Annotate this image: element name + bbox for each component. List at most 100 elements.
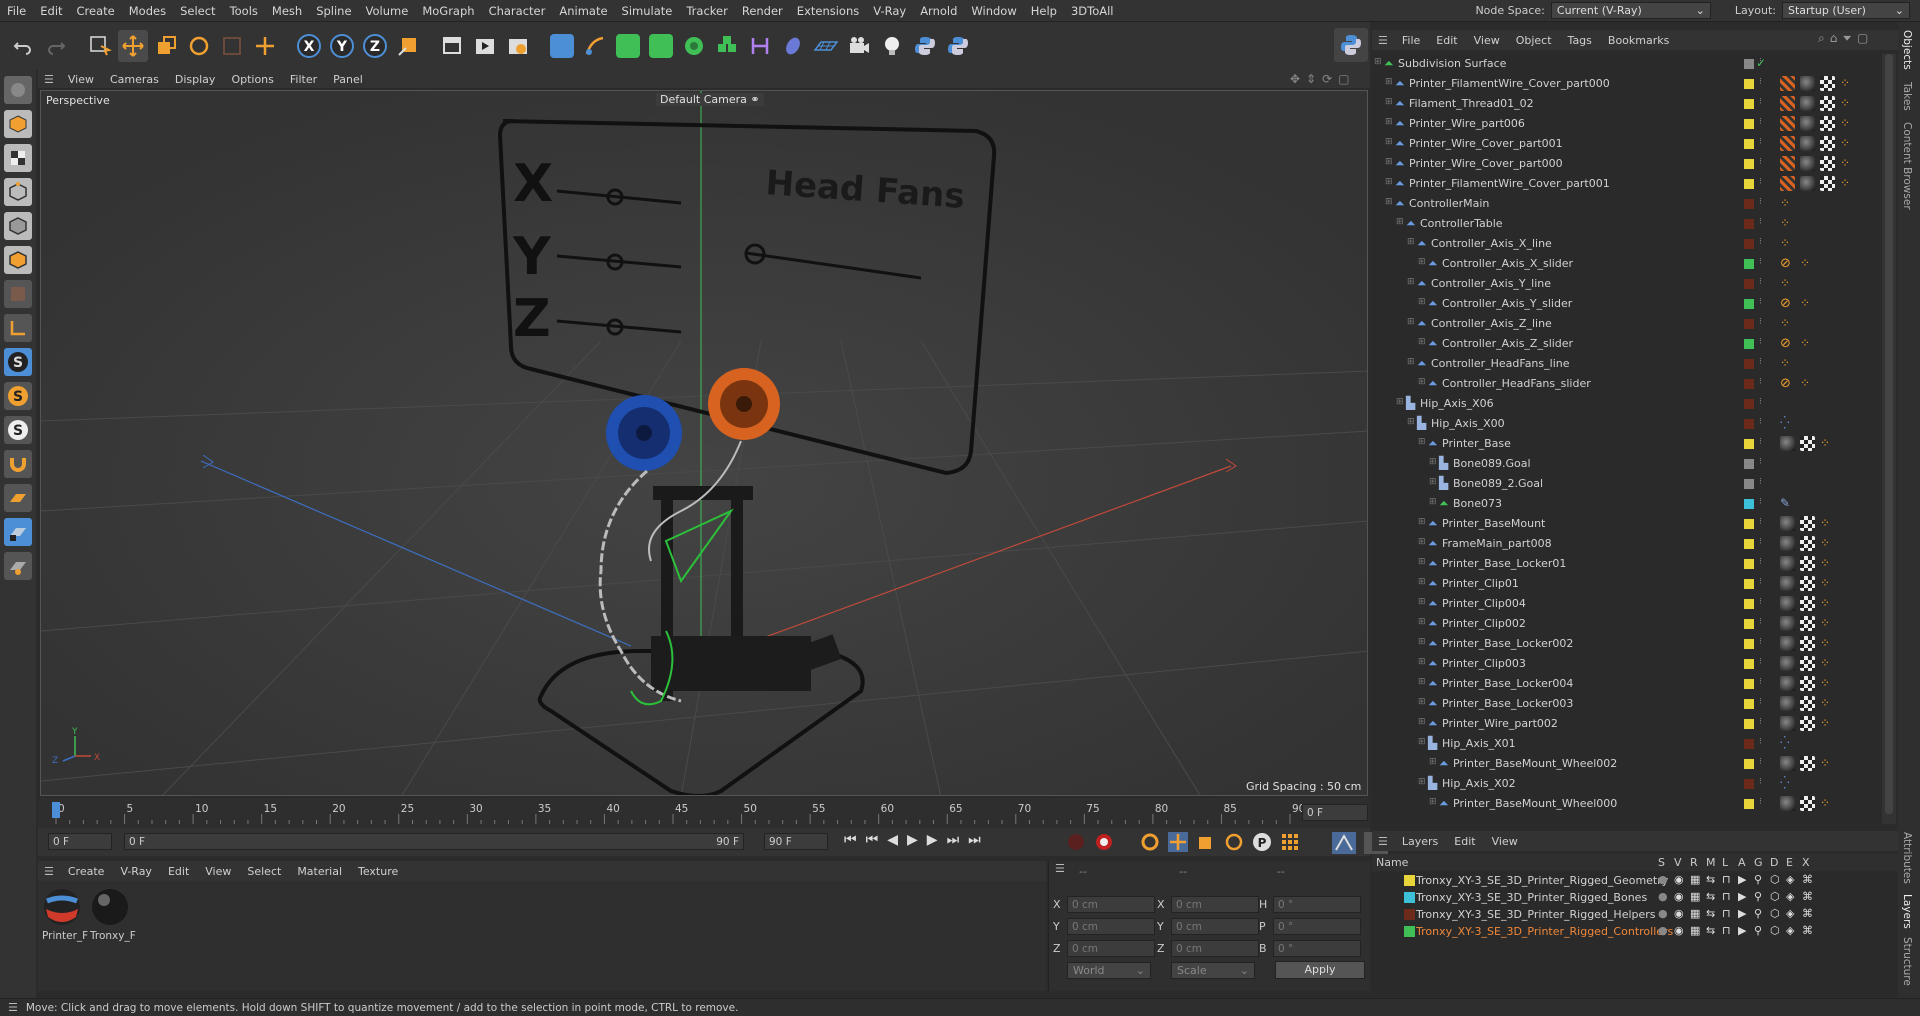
layer-color-swatch[interactable]: [1744, 759, 1754, 769]
menu-modes[interactable]: Modes: [122, 4, 173, 18]
bone-tag-icon[interactable]: ✎: [1780, 496, 1795, 511]
visibility-dots-icon[interactable]: ⁝: [1759, 757, 1762, 767]
material-menu-vray[interactable]: V-Ray: [112, 865, 160, 878]
weight-tag-icon[interactable]: ⁘: [1780, 196, 1795, 211]
object-row[interactable]: ⊞ ▙ Hip_Axis_X06 ⁝: [1372, 394, 1882, 414]
layer-color-swatch[interactable]: [1744, 59, 1754, 69]
scale-mode-dropdown[interactable]: Scale ⌄: [1171, 962, 1255, 979]
side-tab-contentbrowser[interactable]: Content Browser: [1901, 122, 1913, 210]
texture-tag-icon[interactable]: [1800, 796, 1815, 811]
menu-arnold[interactable]: Arnold: [913, 4, 964, 18]
texture-tag-icon[interactable]: [1800, 436, 1815, 451]
visibility-dots-icon[interactable]: ⁝: [1759, 177, 1762, 187]
render-picture-viewer-button[interactable]: [470, 30, 500, 62]
layer-toggle-icon[interactable]: ●: [1658, 907, 1668, 920]
layer-toggle-icon[interactable]: ⚲: [1754, 924, 1762, 937]
weight-tag-icon[interactable]: ⁘: [1780, 276, 1795, 291]
layer-color-swatch[interactable]: [1744, 459, 1754, 469]
expand-toggle-icon[interactable]: ⊞: [1418, 737, 1426, 747]
y-axis-lock-button[interactable]: Y: [327, 30, 357, 62]
apply-button[interactable]: Apply: [1275, 961, 1365, 979]
planar-workplane-button[interactable]: [4, 552, 32, 580]
material-tag-icon[interactable]: [1800, 76, 1815, 91]
object-menu-view[interactable]: View: [1466, 34, 1508, 47]
expand-toggle-icon[interactable]: ⊞: [1385, 137, 1393, 147]
visibility-dots-icon[interactable]: ⁝: [1759, 637, 1762, 647]
python-button-2[interactable]: [943, 30, 973, 62]
next-key-icon[interactable]: ⏭: [947, 832, 960, 848]
layer-color-swatch[interactable]: [1744, 519, 1754, 529]
texture-tag-icon[interactable]: [1800, 536, 1815, 551]
expand-toggle-icon[interactable]: ⊞: [1418, 717, 1426, 727]
material-tag-icon[interactable]: [1780, 576, 1795, 591]
visibility-dots-icon[interactable]: ⁝: [1759, 337, 1762, 347]
layer-color-swatch[interactable]: [1744, 359, 1754, 369]
layer-color-swatch[interactable]: [1744, 419, 1754, 429]
layer-color-swatch[interactable]: [1744, 439, 1754, 449]
visibility-dots-icon[interactable]: ⁝: [1759, 277, 1762, 287]
protection-tag-icon[interactable]: ⊘: [1780, 336, 1795, 351]
layer-toggle-icon[interactable]: ⬡: [1770, 873, 1780, 886]
object-row[interactable]: ⊞ ⏶ Controller_Axis_X_line ⁝ ⁘: [1372, 234, 1882, 254]
redo-button[interactable]: [41, 30, 71, 62]
layer-color-swatch[interactable]: [1744, 779, 1754, 789]
object-row[interactable]: ⊞ ⏶ Bone073 ⁝ ✎: [1372, 494, 1882, 514]
move-tool-button[interactable]: [118, 30, 148, 62]
object-row[interactable]: ⊞ ⏶ Controller_HeadFans_slider ⁝ ⊘ ⁘: [1372, 374, 1882, 394]
texture-tag-icon[interactable]: [1820, 156, 1835, 171]
menu-extensions[interactable]: Extensions: [790, 4, 866, 18]
visibility-dots-icon[interactable]: ⁝: [1759, 157, 1762, 167]
visibility-dots-icon[interactable]: ⁝: [1759, 557, 1762, 567]
layer-column-header[interactable]: A: [1738, 856, 1746, 869]
object-row[interactable]: ⊞ ⏶ ControllerTable ⁝ ⁘: [1372, 214, 1882, 234]
menu-tracker[interactable]: Tracker: [679, 4, 735, 18]
edge-mode-button[interactable]: [4, 212, 32, 240]
expand-toggle-icon[interactable]: ⊞: [1429, 477, 1437, 487]
layer-menu-view[interactable]: View: [1484, 835, 1526, 848]
magnet-button[interactable]: [4, 450, 32, 478]
object-row[interactable]: ⊞ ⏶ Printer_Clip002 ⁝ ⁘: [1372, 614, 1882, 634]
expand-toggle-icon[interactable]: ⊞: [1374, 57, 1382, 67]
expand-toggle-icon[interactable]: ⊞: [1418, 777, 1426, 787]
layer-color-swatch[interactable]: [1744, 559, 1754, 569]
rotate-tool-button[interactable]: [184, 30, 214, 62]
visibility-dots-icon[interactable]: ⁝: [1759, 217, 1762, 227]
side-tab-attributes[interactable]: Attributes: [1901, 832, 1913, 884]
node-space-dropdown[interactable]: Current (V-Ray) ⌄: [1550, 2, 1711, 19]
menu-edit[interactable]: Edit: [33, 4, 69, 18]
viewport-menu-display[interactable]: Display: [167, 73, 224, 86]
expand-toggle-icon[interactable]: ⊞: [1418, 597, 1426, 607]
visibility-dots-icon[interactable]: ⁝: [1759, 77, 1762, 87]
texture-tag-icon[interactable]: [1800, 596, 1815, 611]
object-row[interactable]: ⊞ ▙ Hip_Axis_X02 ⁝ ⁛: [1372, 774, 1882, 794]
visibility-dots-icon[interactable]: ⁝: [1759, 397, 1762, 407]
object-row[interactable]: ⊞ ⏶ Printer_Base ⁝ ⁘: [1372, 434, 1882, 454]
weight-tag-icon[interactable]: ⁘: [1840, 136, 1855, 151]
viewport-menu-panel[interactable]: Panel: [325, 73, 371, 86]
object-row[interactable]: ⊞ ⏶ Subdivision Surface ⁝ ✓: [1372, 54, 1882, 74]
material-tag-icon[interactable]: [1780, 656, 1795, 671]
layer-color-swatch[interactable]: [1744, 659, 1754, 669]
material-menu-material[interactable]: Material: [289, 865, 350, 878]
layer-toggle-icon[interactable]: ◈: [1786, 924, 1794, 937]
weight-tag-icon[interactable]: ⁘: [1780, 356, 1795, 371]
visibility-dots-icon[interactable]: ⁝: [1759, 697, 1762, 707]
layer-color-swatch[interactable]: [1744, 79, 1754, 89]
expand-toggle-icon[interactable]: ⊞: [1385, 157, 1393, 167]
object-row[interactable]: ⊞ ⏶ Controller_HeadFans_line ⁝ ⁘: [1372, 354, 1882, 374]
coordinate-system-button[interactable]: [393, 30, 423, 62]
side-tab-takes[interactable]: Takes: [1901, 82, 1913, 111]
expand-toggle-icon[interactable]: ⊞: [1418, 437, 1426, 447]
layer-color-swatch[interactable]: [1744, 739, 1754, 749]
hamburger-icon[interactable]: ☰: [38, 865, 60, 878]
side-tab-layers[interactable]: Layers: [1901, 894, 1913, 929]
layer-toggle-icon[interactable]: ⊓: [1722, 924, 1731, 937]
expand-toggle-icon[interactable]: ⊞: [1407, 417, 1415, 427]
object-row[interactable]: ⊞ ⏶ Printer_Wire_Cover_part000 ⁝ ⁘: [1372, 154, 1882, 174]
expand-toggle-icon[interactable]: ⊞: [1418, 377, 1426, 387]
texture-tag-icon[interactable]: [1800, 676, 1815, 691]
weight-tag-icon[interactable]: ⁘: [1820, 556, 1835, 571]
python-console-button[interactable]: [1334, 28, 1368, 62]
key-parameter-icon[interactable]: P: [1252, 832, 1272, 852]
light-button[interactable]: [877, 30, 907, 62]
